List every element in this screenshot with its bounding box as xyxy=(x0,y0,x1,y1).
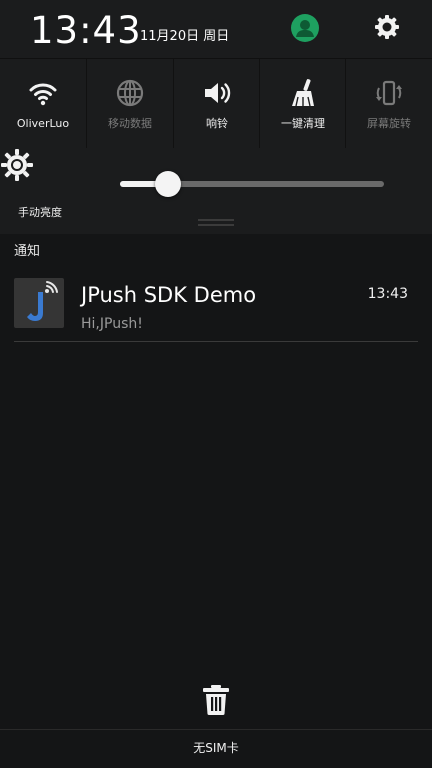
toggle-label: 响铃 xyxy=(206,117,228,130)
wifi-icon xyxy=(29,83,57,106)
drag-handle-line[interactable] xyxy=(198,219,234,221)
broom-icon xyxy=(292,79,314,107)
brightness-label: 手动亮度 xyxy=(18,206,62,219)
notifications-section-title: 通知 xyxy=(14,244,41,259)
date-label: 11月20日 周日 xyxy=(140,29,230,44)
clock-time: 13:43 xyxy=(30,9,142,52)
notification-title: JPush SDK Demo xyxy=(81,283,257,307)
toggle-screen-rotation[interactable]: 屏幕旋转 xyxy=(346,59,432,149)
trash-icon[interactable] xyxy=(201,684,231,716)
toggle-ringer[interactable]: 响铃 xyxy=(174,59,260,149)
drag-handle-line[interactable] xyxy=(198,224,234,226)
rotate-phone-icon xyxy=(376,80,402,106)
brightness-panel xyxy=(0,148,432,234)
toggle-label: OliverLuo xyxy=(16,117,70,130)
toggle-label: 移动数据 xyxy=(108,117,152,130)
user-avatar-icon[interactable] xyxy=(291,14,319,42)
status-header: 13:43 11月20日 周日 xyxy=(0,0,432,58)
speaker-icon xyxy=(205,83,231,103)
toggle-wifi[interactable]: OliverLuo xyxy=(0,59,86,149)
brightness-icon[interactable] xyxy=(0,148,34,182)
globe-icon xyxy=(116,79,144,107)
gear-icon[interactable] xyxy=(372,12,402,42)
quick-settings-toggles: OliverLuo 移动数据 响铃 一键清理 屏幕旋转 xyxy=(0,58,432,150)
toggle-label: 一键清理 xyxy=(281,117,325,130)
notification-time: 13:43 xyxy=(367,286,408,302)
brightness-slider-thumb[interactable] xyxy=(154,171,181,197)
sim-status-text: 无SIM卡 xyxy=(193,741,239,755)
notification-divider xyxy=(14,341,418,342)
notification-body: Hi,JPush! xyxy=(81,316,143,332)
toggle-one-key-clean[interactable]: 一键清理 xyxy=(260,59,346,149)
jpush-app-icon xyxy=(14,278,64,328)
notification-item[interactable]: JPush SDK Demo 13:43 Hi,JPush! xyxy=(14,276,418,340)
toggle-mobile-data[interactable]: 移动数据 xyxy=(87,59,173,149)
toggle-label: 屏幕旋转 xyxy=(367,117,411,130)
footer-divider xyxy=(0,729,432,730)
